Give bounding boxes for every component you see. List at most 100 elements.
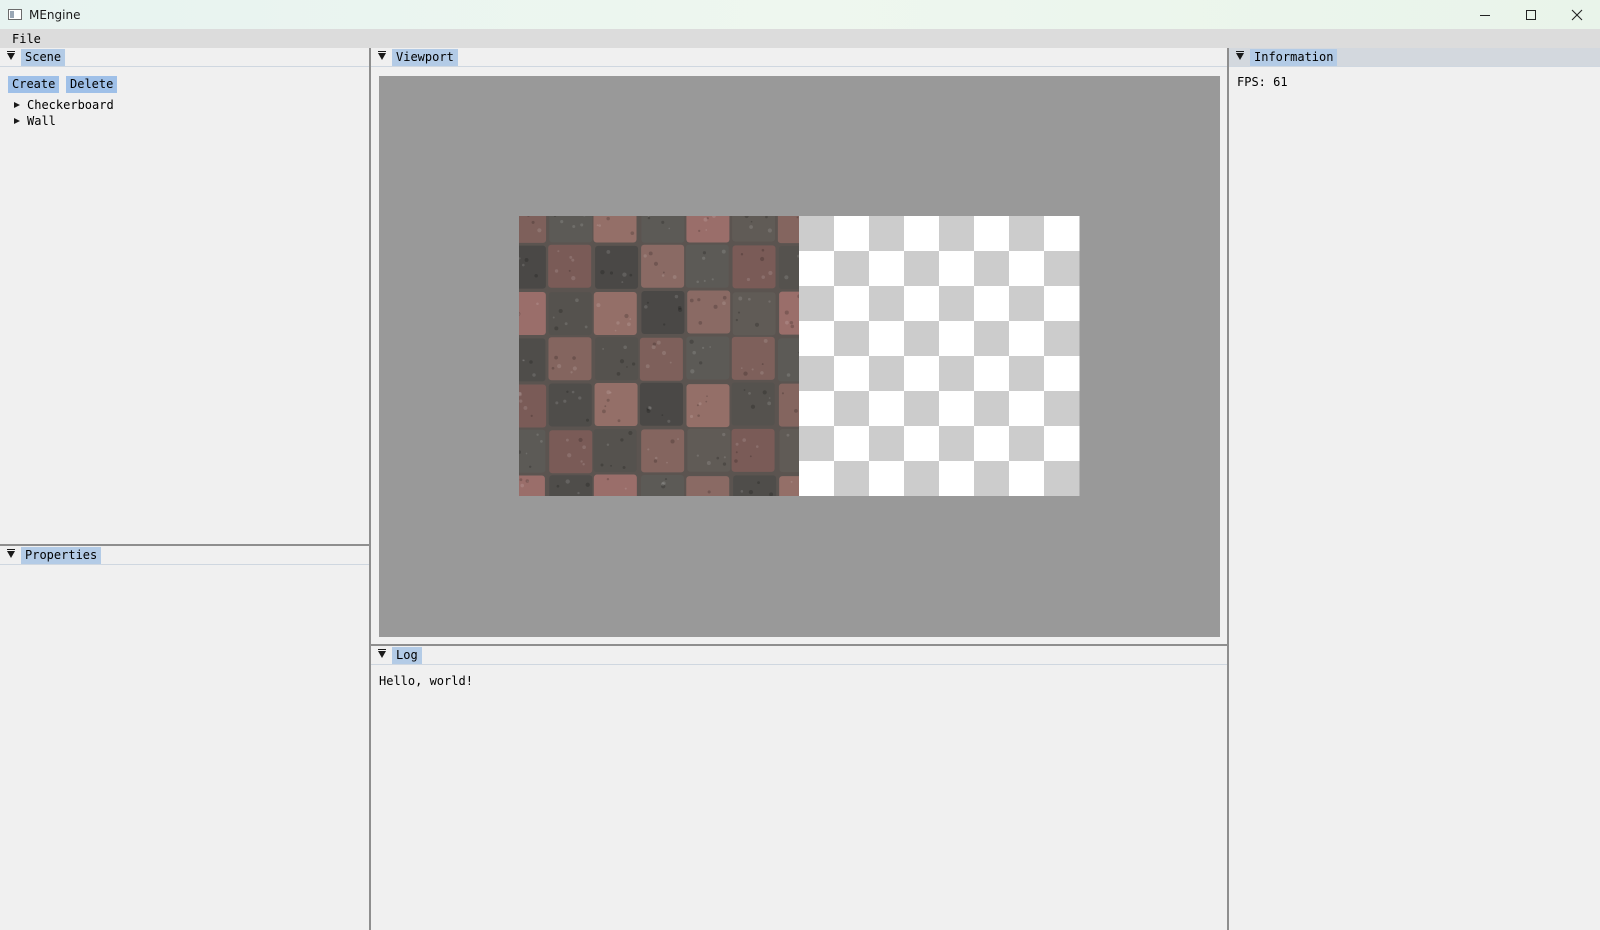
menu-file[interactable]: File [12, 32, 41, 46]
paving-stone [686, 216, 730, 243]
checker-cell [904, 391, 940, 427]
stone-speckle [706, 460, 711, 465]
stone-speckle [702, 256, 706, 260]
close-button[interactable] [1554, 0, 1600, 29]
stone-speckle [609, 271, 614, 275]
checker-cell [974, 216, 1010, 252]
tree-item-checkerboard[interactable]: Checkerboard [14, 97, 114, 113]
stone-speckle [740, 253, 744, 256]
tree-item-label: Wall [27, 114, 56, 128]
tab-scene[interactable]: Scene [21, 49, 66, 66]
stone-speckle [721, 249, 726, 254]
stone-speckle [698, 321, 703, 325]
checker-cell [939, 391, 975, 427]
checker-cell [1044, 356, 1080, 392]
stone-speckle [768, 397, 771, 399]
paving-stone [686, 384, 730, 428]
tab-viewport[interactable]: Viewport [392, 49, 458, 66]
paving-stone [686, 476, 730, 496]
stone-speckle [749, 455, 752, 458]
checker-cell [939, 461, 975, 496]
stone-speckle [555, 401, 559, 405]
delete-button[interactable]: Delete [66, 76, 118, 93]
collapse-arrow-icon[interactable] [7, 549, 15, 558]
stone-speckle [523, 406, 528, 410]
paving-stone [732, 216, 776, 242]
stone-speckle [696, 280, 700, 284]
stone-speckle [654, 456, 658, 460]
window-title: MEngine [29, 7, 81, 22]
stone-speckle [631, 362, 636, 366]
stone-speckle [761, 248, 765, 252]
stone-speckle [701, 346, 705, 349]
properties-panel-header: Properties [0, 546, 369, 565]
paving-stone [731, 428, 775, 472]
stone-speckle [661, 414, 664, 417]
menu-bar: File [0, 29, 1600, 48]
maximize-button[interactable] [1508, 0, 1554, 29]
paving-stone [595, 245, 639, 289]
stone-speckle [554, 269, 559, 273]
checker-cell [974, 461, 1010, 496]
checker-cell [869, 356, 905, 392]
stone-speckle [582, 445, 586, 450]
stone-speckle [667, 419, 671, 423]
expand-arrow-icon[interactable] [14, 102, 20, 108]
window-controls [1462, 0, 1600, 29]
stone-speckle [677, 438, 679, 440]
stone-speckle [577, 491, 580, 495]
expand-arrow-icon[interactable] [14, 118, 20, 124]
checker-cell [904, 321, 940, 357]
tree-item-label: Checkerboard [27, 98, 114, 112]
stone-speckle [699, 361, 703, 365]
viewport-panel-header: Viewport [371, 48, 1227, 67]
collapse-arrow-icon[interactable] [1236, 51, 1244, 60]
checker-cell [1044, 251, 1080, 287]
tree-item-wall[interactable]: Wall [14, 113, 56, 129]
minimize-button[interactable] [1462, 0, 1508, 29]
stone-speckle [565, 438, 569, 442]
paving-stone [779, 291, 799, 335]
stone-speckle [761, 275, 766, 279]
stone-speckle [749, 225, 753, 229]
wall-texture [519, 216, 799, 496]
checker-cell [974, 286, 1010, 322]
stone-speckle [703, 279, 706, 282]
checker-cell [799, 321, 835, 357]
stone-speckle [689, 339, 694, 344]
stone-speckle [596, 303, 601, 308]
properties-panel: Properties [0, 546, 369, 930]
checker-cell [1044, 216, 1080, 252]
collapse-arrow-icon[interactable] [7, 51, 15, 60]
tab-log[interactable]: Log [392, 647, 422, 664]
title-bar[interactable]: MEngine [0, 0, 1600, 29]
tab-information[interactable]: Information [1250, 49, 1338, 66]
stone-speckle [551, 366, 555, 370]
checker-cell [974, 356, 1010, 392]
paving-stone [641, 244, 685, 288]
checker-cell [799, 391, 835, 427]
tab-properties[interactable]: Properties [21, 547, 102, 564]
checker-cell [1009, 356, 1045, 392]
stone-speckle [781, 392, 785, 395]
checker-cell [974, 391, 1010, 427]
stone-speckle [738, 296, 743, 301]
stone-speckle [596, 224, 599, 227]
paving-stone [519, 245, 546, 289]
stone-speckle [606, 216, 610, 221]
viewport-canvas[interactable] [379, 76, 1220, 637]
paving-stone [548, 383, 592, 427]
stone-speckle [713, 304, 718, 309]
stone-speckle [709, 346, 712, 348]
collapse-arrow-icon[interactable] [378, 649, 386, 658]
stone-speckle [740, 367, 743, 370]
paving-stone [778, 383, 799, 427]
stone-speckle [622, 272, 627, 277]
paving-stone [548, 244, 592, 288]
stone-speckle [540, 440, 543, 443]
checker-cell [869, 391, 905, 427]
collapse-arrow-icon[interactable] [378, 51, 386, 60]
create-button[interactable]: Create [8, 76, 60, 93]
stone-speckle [748, 391, 751, 395]
stone-speckle [522, 359, 525, 362]
